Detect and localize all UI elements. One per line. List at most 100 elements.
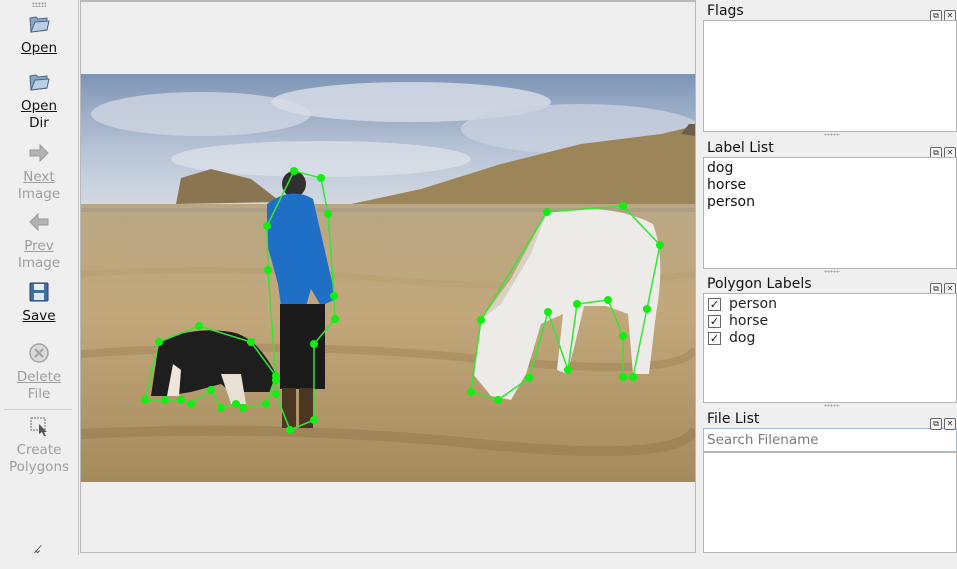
polygon-vertex[interactable] <box>187 400 195 408</box>
polygon-vertex[interactable] <box>543 208 551 216</box>
checkbox-checked-icon[interactable]: ✓ <box>708 315 721 328</box>
toolbar-grip[interactable] <box>32 2 46 7</box>
polygon-vertex[interactable] <box>656 241 664 249</box>
open-label: Open <box>20 40 58 56</box>
polygon-vertex[interactable] <box>141 396 149 404</box>
create-polygons-button[interactable]: Create Polygons <box>0 414 80 476</box>
toolbar-separator <box>4 409 72 410</box>
polygon-vertex[interactable] <box>604 296 612 304</box>
polygon-vertex[interactable] <box>177 396 185 404</box>
label-list-title: Label List <box>707 140 774 156</box>
polygon-vertex[interactable] <box>161 396 169 404</box>
next-image-button[interactable]: Next Image <box>0 141 78 203</box>
polygon-vertex[interactable] <box>264 266 272 274</box>
checkbox-checked-icon[interactable]: ✓ <box>708 332 721 345</box>
tool-bar: Open Open Dir Next Image Prev Image Save <box>0 0 80 556</box>
file-list-panel[interactable] <box>703 452 957 553</box>
arrow-left-icon <box>29 212 49 232</box>
flags-dock-title: Flags ⧉ ✕ <box>703 2 957 22</box>
polygon-label-item[interactable]: ✓ horse <box>704 313 956 330</box>
polygon-label-text: horse <box>729 313 769 329</box>
polygon-draw-icon <box>30 417 47 436</box>
polygon-vertex[interactable] <box>619 373 627 381</box>
polygon-labels-title: Polygon Labels <box>707 276 812 292</box>
status-bar <box>0 555 957 569</box>
polygon-labels-panel[interactable]: ✓ person ✓ horse ✓ dog <box>703 293 957 407</box>
create-label-2: Polygons <box>8 459 70 475</box>
next-label-2: Image <box>17 186 61 202</box>
polygon-vertex[interactable] <box>310 340 318 348</box>
label-list-item[interactable]: horse <box>704 177 956 194</box>
resize-handle[interactable] <box>824 270 840 273</box>
polygon-vertex[interactable] <box>286 426 294 434</box>
search-filename-input[interactable] <box>703 428 957 452</box>
polygon-vertex[interactable] <box>247 338 255 346</box>
resize-handle[interactable] <box>824 133 840 136</box>
polygon-vertex[interactable] <box>619 332 627 340</box>
image-canvas[interactable] <box>80 0 696 553</box>
prev-label-2: Image <box>17 255 61 271</box>
file-list-dock-title: File List ⧉ ✕ <box>703 410 957 430</box>
next-label: Next <box>23 169 55 185</box>
polygon-vertex[interactable] <box>195 322 203 330</box>
polygon-vertex[interactable] <box>262 400 270 408</box>
polygon-vertex[interactable] <box>544 308 552 316</box>
polygon-vertex[interactable] <box>272 390 280 398</box>
polygon-vertex[interactable] <box>207 386 215 394</box>
label-list-panel[interactable]: dog horse person <box>703 157 957 273</box>
polygon-vertex[interactable] <box>467 388 475 396</box>
polygon-label-text: person <box>729 296 777 312</box>
polygon-vertex[interactable] <box>477 316 485 324</box>
polygon-vertex[interactable] <box>324 210 332 218</box>
polygon-vertex[interactable] <box>564 366 572 374</box>
polygon-vertex[interactable] <box>272 372 280 380</box>
label-list-item[interactable]: dog <box>704 160 956 177</box>
polygon-vertex[interactable] <box>629 373 637 381</box>
flags-dock: Flags ⧉ ✕ <box>703 2 957 136</box>
polygon-vertex[interactable] <box>573 300 581 308</box>
polygon-vertex[interactable] <box>217 404 225 412</box>
checkbox-checked-icon[interactable]: ✓ <box>708 298 721 311</box>
close-icon[interactable]: ✕ <box>944 418 956 430</box>
folder-open-icon <box>29 74 50 91</box>
open-dir-label: Open <box>20 98 58 114</box>
open-dir-label-2: Dir <box>29 115 49 131</box>
float-icon[interactable]: ⧉ <box>930 418 942 430</box>
flags-title-label: Flags <box>707 3 744 19</box>
prev-label: Prev <box>24 238 54 254</box>
polygon-vertex[interactable] <box>525 374 533 382</box>
polygon-vertex[interactable] <box>619 202 627 210</box>
annotated-photo[interactable] <box>81 74 695 482</box>
polygon-label-item[interactable]: ✓ dog <box>704 330 956 347</box>
polygon-vertex[interactable] <box>290 167 298 175</box>
label-list-item[interactable]: person <box>704 194 956 211</box>
folder-open-icon <box>29 16 50 33</box>
flags-panel[interactable] <box>703 20 957 136</box>
label-list-dock: Label List ⧉ ✕ dog horse person <box>703 139 957 273</box>
polygon-vertex[interactable] <box>494 396 502 404</box>
save-button[interactable]: Save <box>0 280 78 325</box>
polygon-labels-dock-title: Polygon Labels ⧉ ✕ <box>703 275 957 295</box>
polygon-vertex[interactable] <box>317 174 325 182</box>
file-list-title: File List <box>707 411 760 427</box>
prev-image-button[interactable]: Prev Image <box>0 210 78 272</box>
polygon-label-item[interactable]: ✓ person <box>704 296 956 313</box>
label-list-dock-title: Label List ⧉ ✕ <box>703 139 957 159</box>
polygon-vertex[interactable] <box>155 338 163 346</box>
delete-file-button[interactable]: Delete File <box>0 341 78 403</box>
open-button[interactable]: Open <box>0 12 78 57</box>
floppy-disk-icon <box>29 282 49 302</box>
file-list-dock: File List ⧉ ✕ <box>703 410 957 553</box>
polygon-vertex[interactable] <box>330 292 338 300</box>
polygon-labels-dock: Polygon Labels ⧉ ✕ ✓ person ✓ horse ✓ dog <box>703 275 957 407</box>
polygon-vertex[interactable] <box>232 400 240 408</box>
polygon-vertex[interactable] <box>643 305 651 313</box>
polygon-vertex[interactable] <box>331 315 339 323</box>
polygon-vertex[interactable] <box>239 404 247 412</box>
cancel-circle-icon <box>29 343 49 363</box>
polygon-vertex[interactable] <box>263 222 271 230</box>
resize-handle[interactable] <box>824 404 840 407</box>
create-label: Create <box>16 442 62 458</box>
open-dir-button[interactable]: Open Dir <box>0 70 78 132</box>
polygon-vertex[interactable] <box>310 416 318 424</box>
